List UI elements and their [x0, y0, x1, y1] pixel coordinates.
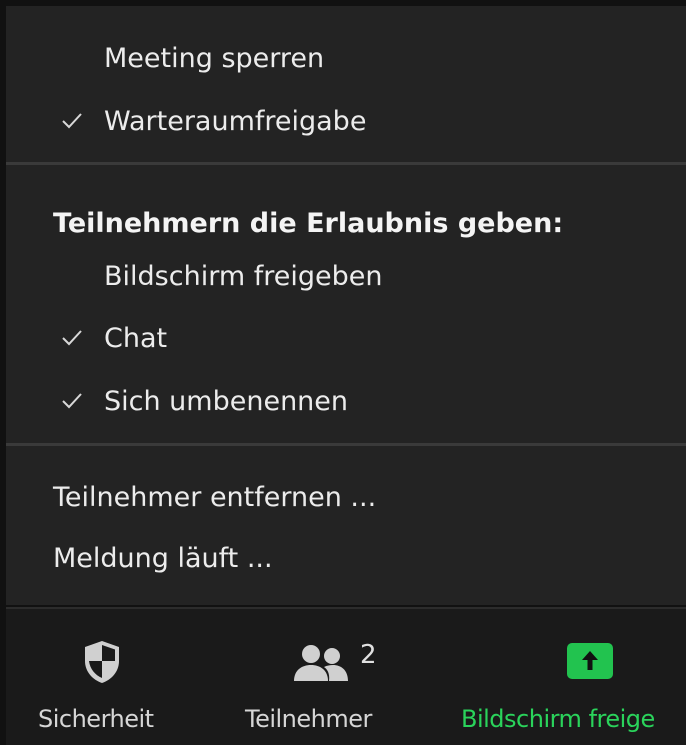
menu-item-label: Meeting sperren	[104, 43, 325, 74]
participants-icon	[291, 643, 353, 687]
checkmark-icon	[61, 372, 91, 432]
permissions-heading: Teilnehmern die Erlaubnis geben:	[53, 208, 564, 239]
menu-item-share-screen[interactable]: Bildschirm freigeben	[6, 247, 686, 307]
checkmark-icon	[61, 309, 91, 369]
menu-item-report[interactable]: Meldung läuft ...	[6, 529, 686, 589]
menu-item-label: Teilnehmer entfernen ...	[53, 482, 377, 513]
security-button[interactable]: Sicherheit	[26, 609, 176, 745]
toolbar-label: Sicherheit	[38, 705, 154, 733]
menu-item-label: Chat	[104, 323, 168, 354]
menu-item-label: Warteraumfreigabe	[104, 106, 367, 137]
menu-divider	[6, 443, 686, 446]
checkmark-icon	[61, 92, 91, 152]
menu-item-label: Meldung läuft ...	[53, 543, 273, 574]
menu-divider	[6, 162, 686, 165]
screen: Meeting sperren Warteraumfreigabe Teilne…	[0, 0, 686, 745]
participant-count: 2	[360, 640, 377, 670]
menu-item-waiting-room[interactable]: Warteraumfreigabe	[6, 92, 686, 152]
share-screen-button[interactable]: Bildschirm freige	[455, 609, 686, 745]
participants-button[interactable]: 2 Teilnehmer	[231, 609, 421, 745]
menu-item-remove-participant[interactable]: Teilnehmer entfernen ...	[6, 468, 686, 528]
menu-item-label: Bildschirm freigeben	[104, 261, 383, 292]
menu-item-lock-meeting[interactable]: Meeting sperren	[6, 29, 686, 89]
share-screen-icon	[567, 643, 613, 683]
menu-item-label: Sich umbenennen	[104, 386, 349, 417]
shield-icon	[82, 639, 122, 689]
security-menu: Meeting sperren Warteraumfreigabe Teilne…	[6, 6, 686, 605]
toolbar-label: Teilnehmer	[245, 705, 372, 733]
menu-item-rename[interactable]: Sich umbenennen	[6, 372, 686, 432]
toolbar-label: Bildschirm freige	[461, 705, 655, 733]
menu-item-chat[interactable]: Chat	[6, 309, 686, 369]
meeting-toolbar: Sicherheit 2 Teilnehmer Bildschirm freig…	[6, 607, 686, 745]
